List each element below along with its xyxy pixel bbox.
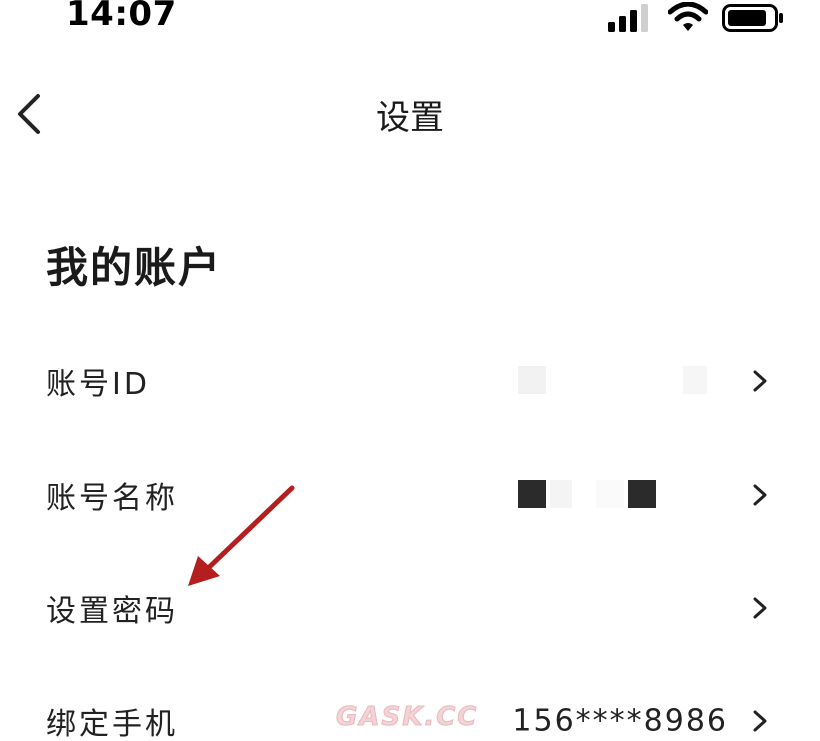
- status-time: 14:07: [66, 0, 177, 34]
- status-bar: 14:07: [0, 0, 820, 40]
- account-name-label: 账号名称: [46, 481, 178, 516]
- set-password-row[interactable]: 设置密码: [0, 563, 820, 653]
- chevron-right-icon: [753, 370, 767, 392]
- chevron-right-icon: [753, 597, 767, 619]
- set-password-label: 设置密码: [46, 594, 178, 629]
- page-title: 设置: [376, 98, 444, 138]
- account-id-row[interactable]: 账号ID: [0, 336, 820, 426]
- account-id-label: 账号ID: [46, 367, 150, 402]
- chevron-right-icon: [753, 484, 767, 506]
- account-name-row[interactable]: 账号名称: [0, 450, 820, 540]
- annotation-arrow-icon: [188, 485, 295, 586]
- bind-phone-label: 绑定手机: [46, 707, 178, 741]
- watermark: GASK.CC: [335, 702, 479, 733]
- wifi-icon: [668, 2, 708, 31]
- battery-icon: [722, 4, 783, 32]
- chevron-right-icon: [753, 710, 767, 732]
- signal-icon: [608, 4, 648, 32]
- bind-phone-value: 156****8986: [512, 703, 728, 739]
- account-id-value-redacted: [518, 366, 728, 396]
- section-title: 我的账户: [46, 243, 223, 292]
- account-name-value-redacted: [518, 480, 728, 510]
